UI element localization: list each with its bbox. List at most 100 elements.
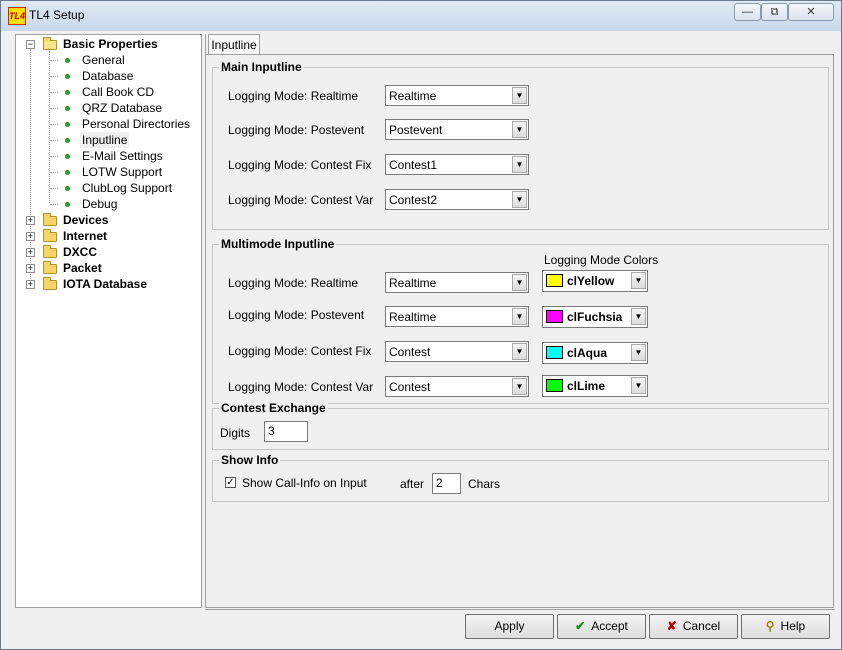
cancel-label: Cancel [682, 619, 721, 633]
apply-button[interactable]: Apply [465, 614, 554, 639]
select-value: Contest [389, 345, 431, 359]
multi-realtime-select[interactable]: Realtime ▼ [385, 272, 529, 293]
dropdown-arrow-icon[interactable]: ▼ [512, 308, 527, 325]
group-title: Main Inputline [219, 60, 304, 74]
dropdown-arrow-icon[interactable]: ▼ [512, 156, 527, 173]
main-contest-var-select[interactable]: Contest2 ▼ [385, 189, 529, 210]
multi-contest-fix-select[interactable]: Contest ▼ [385, 341, 529, 362]
select-value: Realtime [389, 276, 437, 290]
tree-node-label: Basic Properties [63, 37, 158, 51]
bullet-icon [65, 186, 70, 191]
contest-var-color-select[interactable]: clLime ▼ [542, 375, 648, 397]
bullet-icon [65, 74, 70, 79]
main-realtime-select[interactable]: Realtime ▼ [385, 85, 529, 106]
tree-node-label: Internet [63, 229, 108, 243]
multi-contest-var-select[interactable]: Contest ▼ [385, 376, 529, 397]
tree-node-iota-database[interactable]: + IOTA Database [16, 276, 201, 292]
tree-item-label: Call Book CD [82, 85, 155, 99]
settings-tree[interactable]: − Basic Properties General Database Call… [15, 34, 202, 608]
dropdown-arrow-icon[interactable]: ▼ [631, 272, 646, 289]
expand-icon[interactable]: + [26, 232, 35, 241]
postevent-color-select[interactable]: clFuchsia ▼ [542, 306, 648, 328]
dropdown-arrow-icon[interactable]: ▼ [631, 377, 646, 394]
button-bar: Apply ✔ Accept ✘ Cancel ⚲ Help [205, 609, 835, 645]
minimize-button[interactable]: — [734, 3, 761, 21]
chars-input[interactable]: 2 [432, 473, 461, 494]
contest-exchange-group: Contest Exchange Digits 3 [212, 401, 829, 450]
tree-node-dxcc[interactable]: + DXCC [16, 244, 201, 260]
tree-item-label: LOTW Support [82, 165, 163, 179]
multi-postevent-select[interactable]: Realtime ▼ [385, 306, 529, 327]
folder-icon [43, 277, 57, 290]
dropdown-arrow-icon[interactable]: ▼ [512, 121, 527, 138]
tree-item-label: ClubLog Support [82, 181, 173, 195]
tree-node-basic-properties[interactable]: − Basic Properties [16, 36, 201, 52]
tree-line [50, 92, 58, 93]
colors-header: Logging Mode Colors [544, 253, 659, 267]
select-value: Contest [389, 380, 431, 394]
help-button[interactable]: ⚲ Help [741, 614, 830, 639]
tree-node-label: Packet [63, 261, 102, 275]
tree-node-internet[interactable]: + Internet [16, 228, 201, 244]
tree-item-label: Personal Directories [82, 117, 191, 131]
dropdown-arrow-icon[interactable]: ▼ [512, 87, 527, 104]
accept-button[interactable]: ✔ Accept [557, 614, 646, 639]
color-swatch [546, 274, 563, 287]
dropdown-arrow-icon[interactable]: ▼ [631, 344, 646, 361]
maximize-button[interactable]: ⧉ [761, 3, 788, 21]
show-call-info-checkbox[interactable]: ✓ [225, 477, 236, 488]
field-label: Logging Mode: Contest Fix [228, 344, 372, 358]
tree-line [50, 140, 58, 141]
expand-icon[interactable]: + [26, 248, 35, 257]
minimize-icon: — [742, 6, 753, 18]
tree-line [50, 204, 58, 205]
digits-input[interactable]: 3 [264, 421, 308, 442]
main-postevent-select[interactable]: Postevent ▼ [385, 119, 529, 140]
dropdown-arrow-icon[interactable]: ▼ [512, 378, 527, 395]
tree-node-packet[interactable]: + Packet [16, 260, 201, 276]
settings-panel: Inputline Main Inputline Logging Mode: R… [205, 34, 836, 608]
select-value: Realtime [389, 310, 437, 324]
multimode-inputline-group: Multimode Inputline Logging Mode Colors … [212, 237, 829, 404]
dropdown-arrow-icon[interactable]: ▼ [512, 343, 527, 360]
bullet-icon [65, 154, 70, 159]
close-button[interactable]: ✕ [788, 3, 834, 21]
realtime-color-select[interactable]: clYellow ▼ [542, 270, 648, 292]
expand-icon[interactable]: + [26, 280, 35, 289]
bullet-icon [65, 122, 70, 127]
tab-page-inputline: Main Inputline Logging Mode: Realtime Re… [206, 54, 834, 608]
expand-icon[interactable]: + [26, 216, 35, 225]
select-value: Realtime [389, 89, 437, 103]
close-icon: ✕ [806, 6, 816, 18]
color-name: clLime [567, 379, 606, 393]
tree-node-devices[interactable]: + Devices [16, 212, 201, 228]
apply-label: Apply [494, 619, 525, 633]
cancel-x-icon: ✘ [666, 619, 677, 633]
tree-item-label: E-Mail Settings [82, 149, 163, 163]
title-bar[interactable]: TL4 TL4 Setup — ⧉ ✕ [1, 1, 841, 31]
cancel-button[interactable]: ✘ Cancel [649, 614, 738, 639]
folder-icon [43, 213, 57, 226]
main-contest-fix-select[interactable]: Contest1 ▼ [385, 154, 529, 175]
select-value: Contest2 [389, 193, 438, 207]
tab-inputline[interactable]: Inputline [208, 34, 260, 55]
dropdown-arrow-icon[interactable]: ▼ [631, 308, 646, 325]
dropdown-arrow-icon[interactable]: ▼ [512, 274, 527, 291]
tree-item-label: General [82, 53, 125, 67]
accept-label: Accept [591, 619, 628, 633]
expand-icon[interactable]: + [26, 264, 35, 273]
color-name: clAqua [567, 346, 608, 360]
digits-label: Digits [220, 426, 251, 440]
tree-item-label: Debug [82, 197, 118, 211]
show-call-info-label[interactable]: Show Call-Info on Input [242, 476, 367, 490]
bullet-icon [65, 90, 70, 95]
field-label: Logging Mode: Contest Var [228, 193, 374, 207]
dropdown-arrow-icon[interactable]: ▼ [512, 191, 527, 208]
main-inputline-group: Main Inputline Logging Mode: Realtime Re… [212, 60, 829, 230]
contest-fix-color-select[interactable]: clAqua ▼ [542, 342, 648, 364]
bullet-icon [65, 202, 70, 207]
tree-line [50, 188, 58, 189]
tree-node-label: Devices [63, 213, 109, 227]
open-folder-icon [43, 37, 57, 50]
collapse-icon[interactable]: − [26, 40, 35, 49]
